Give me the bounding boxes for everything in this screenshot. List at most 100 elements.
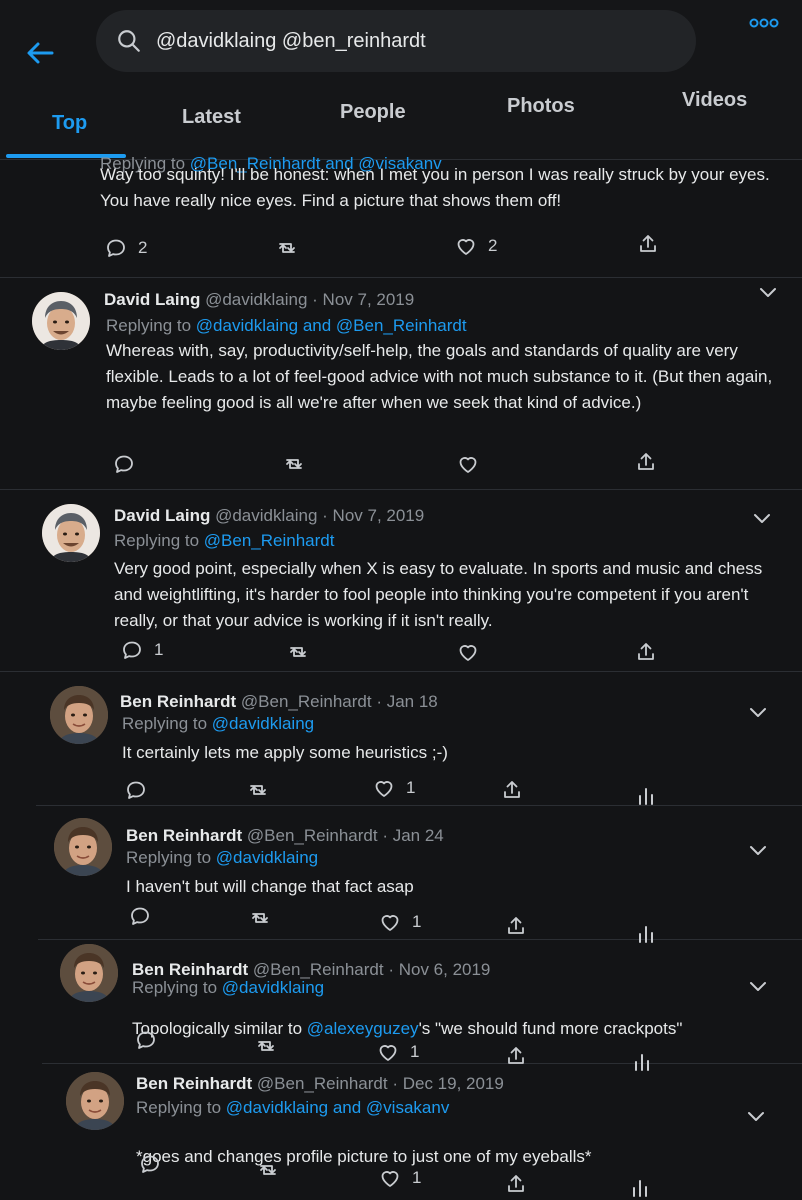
avatar[interactable] (54, 818, 112, 876)
heart-icon (454, 234, 478, 258)
timestamp[interactable]: · Jan 18 (376, 692, 437, 711)
handle[interactable]: @Ben_Reinhardt (247, 826, 378, 845)
reply-label: Replying to (132, 978, 218, 997)
share-button[interactable] (636, 232, 660, 256)
timestamp[interactable]: · Dec 19, 2019 (392, 1074, 504, 1093)
like-button[interactable]: 1 (378, 1166, 421, 1190)
like-button[interactable] (456, 640, 480, 664)
search-header: Top Latest People Photos Videos (0, 0, 802, 160)
like-button[interactable]: 1 (372, 776, 415, 800)
tab-latest[interactable]: Latest (182, 106, 241, 129)
analytics-button[interactable] (628, 1176, 652, 1200)
timestamp[interactable]: · Nov 6, 2019 (388, 960, 490, 979)
reply-button[interactable] (138, 1152, 162, 1176)
tweet[interactable]: David Laing @davidklaing · Nov 7, 2019 R… (0, 490, 802, 672)
tab-top[interactable]: Top (52, 112, 87, 135)
chevron-down-icon[interactable] (758, 286, 778, 300)
chevron-down-icon[interactable] (746, 1110, 766, 1124)
timestamp[interactable]: · Jan 24 (382, 826, 443, 845)
chevron-down-icon[interactable] (748, 844, 768, 858)
share-button[interactable] (504, 1172, 528, 1196)
search-bar[interactable] (96, 10, 696, 72)
reply-mentions[interactable]: @davidklaing (216, 848, 318, 867)
tweet[interactable]: David Laing @davidklaing · Nov 7, 2019 R… (0, 278, 802, 490)
reply-mentions[interactable]: @davidklaing (222, 978, 324, 997)
like-button[interactable]: 1 (378, 910, 421, 934)
avatar[interactable] (42, 504, 100, 562)
screen: Top Latest People Photos Videos Replying… (0, 0, 802, 1200)
more-options-button[interactable] (742, 8, 786, 38)
reply-mentions[interactable]: @davidklaing and @visakanv (226, 1098, 450, 1117)
stats-icon (628, 1176, 652, 1200)
analytics-button[interactable] (634, 784, 658, 808)
back-button[interactable] (22, 38, 58, 68)
retweet-icon (254, 1034, 278, 1058)
mention-link[interactable]: @alexeyguzey (307, 1019, 419, 1038)
tweet[interactable]: Ben Reinhardt @Ben_Reinhardt · Jan 24 Re… (38, 806, 802, 940)
tweet-text: Whereas with, say, productivity/self-hel… (106, 341, 773, 412)
share-button[interactable] (634, 640, 658, 664)
handle[interactable]: @davidklaing (205, 290, 307, 309)
reply-button[interactable]: 2 (104, 236, 147, 260)
avatar[interactable] (32, 292, 90, 350)
display-name[interactable]: Ben Reinhardt (120, 692, 236, 711)
chevron-down-icon[interactable] (748, 980, 768, 994)
display-name[interactable]: David Laing (114, 506, 210, 525)
reply-button[interactable] (134, 1028, 158, 1052)
tweet[interactable]: Replying to @Ben_Reinhardt and @visakanv… (0, 154, 802, 278)
tweet-text-part: Topologically similar to (132, 1019, 307, 1038)
handle[interactable]: @davidklaing (215, 506, 317, 525)
share-button[interactable] (504, 914, 528, 938)
avatar[interactable] (60, 944, 118, 1002)
tweet[interactable]: Ben Reinhardt @Ben_Reinhardt · Dec 19, 2… (46, 1064, 802, 1200)
reply-context: Replying to @davidklaing (132, 978, 324, 998)
retweet-button[interactable] (246, 778, 270, 802)
tab-videos[interactable]: Videos (682, 89, 747, 112)
chevron-down-icon[interactable] (748, 706, 768, 720)
display-name[interactable]: Ben Reinhardt (132, 960, 248, 979)
tweet-header: Ben Reinhardt @Ben_Reinhardt · Dec 19, 2… (136, 1074, 504, 1094)
retweet-button[interactable] (275, 236, 299, 260)
display-name[interactable]: Ben Reinhardt (126, 826, 242, 845)
handle[interactable]: @Ben_Reinhardt (253, 960, 384, 979)
search-input[interactable] (156, 29, 616, 53)
like-button[interactable]: 2 (454, 234, 497, 258)
reply-button[interactable]: 1 (120, 638, 163, 662)
display-name[interactable]: Ben Reinhardt (136, 1074, 252, 1093)
tweet-header: Ben Reinhardt @Ben_Reinhardt · Jan 24 (126, 826, 444, 846)
share-button[interactable] (634, 450, 658, 474)
like-button[interactable] (456, 452, 480, 476)
tweet[interactable]: Ben Reinhardt @Ben_Reinhardt · Nov 6, 20… (42, 940, 802, 1064)
display-name[interactable]: David Laing (104, 290, 200, 309)
avatar-image (66, 1072, 124, 1130)
reply-label: Replying to (106, 316, 192, 335)
tweet[interactable]: Ben Reinhardt @Ben_Reinhardt · Jan 18 Re… (36, 672, 802, 806)
retweet-button[interactable] (286, 640, 310, 664)
retweet-icon (256, 1158, 280, 1182)
retweet-button[interactable] (256, 1158, 280, 1182)
reply-icon (120, 638, 144, 662)
chevron-down-icon[interactable] (752, 512, 772, 526)
timestamp[interactable]: · Nov 7, 2019 (312, 290, 414, 309)
reply-button[interactable] (112, 452, 136, 476)
share-icon (634, 450, 658, 474)
reply-mentions[interactable]: @davidklaing and @Ben_Reinhardt (196, 316, 467, 335)
avatar-image (60, 944, 118, 1002)
handle[interactable]: @Ben_Reinhardt (241, 692, 372, 711)
tab-photos[interactable]: Photos (507, 95, 575, 118)
avatar[interactable] (66, 1072, 124, 1130)
reply-mentions[interactable]: @Ben_Reinhardt (204, 531, 335, 550)
retweet-button[interactable] (282, 452, 306, 476)
reply-mentions[interactable]: @davidklaing (212, 714, 314, 733)
handle[interactable]: @Ben_Reinhardt (257, 1074, 388, 1093)
timestamp[interactable]: · Nov 7, 2019 (322, 506, 424, 525)
heart-icon (372, 776, 396, 800)
like-button[interactable]: 1 (376, 1040, 419, 1064)
share-button[interactable] (500, 778, 524, 802)
avatar[interactable] (50, 686, 108, 744)
retweet-button[interactable] (248, 906, 272, 930)
reply-button[interactable] (128, 904, 152, 928)
reply-button[interactable] (124, 778, 148, 802)
retweet-button[interactable] (254, 1034, 278, 1058)
tab-people[interactable]: People (340, 101, 406, 124)
